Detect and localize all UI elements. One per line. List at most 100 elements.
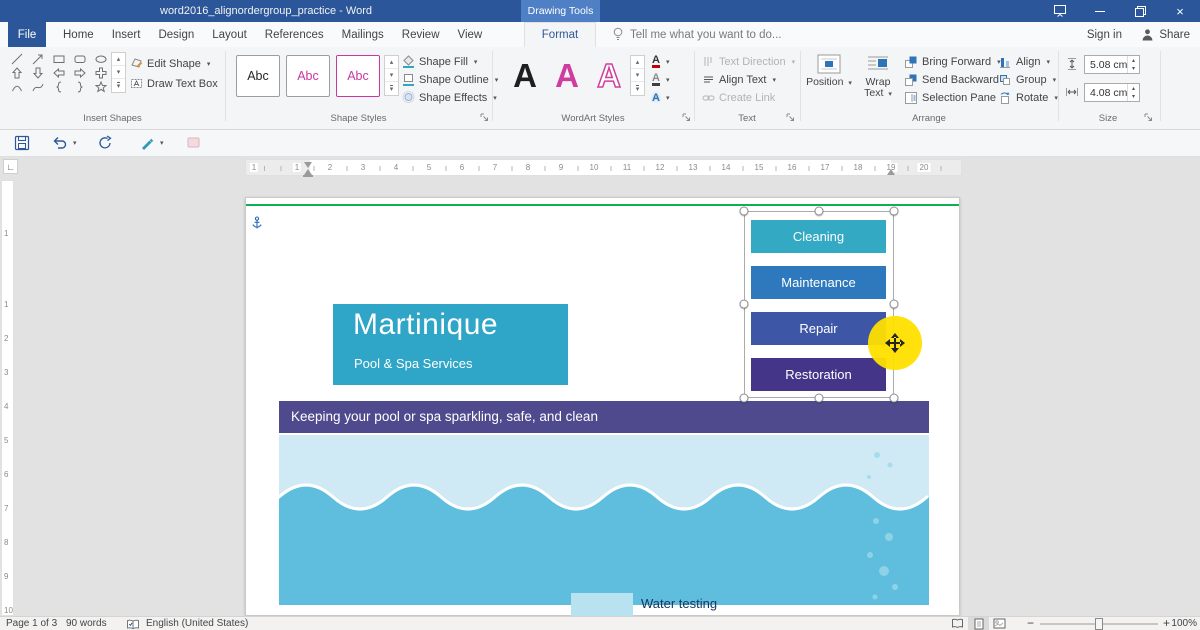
position-button[interactable]: Position ▾ (806, 50, 852, 111)
zoom-slider-thumb[interactable] (1095, 618, 1103, 630)
shape-button-cleaning[interactable]: Cleaning (751, 220, 886, 253)
shape-down-arrow-icon[interactable] (27, 66, 48, 80)
tab-review[interactable]: Review (393, 22, 449, 47)
edit-shape-button[interactable]: Edit Shape ▾ (130, 55, 210, 72)
text-fill-button[interactable]: A ▾ (652, 53, 669, 70)
shapes-scroll-down-button[interactable]: ▾ (112, 66, 125, 79)
height-decrease-button[interactable]: ▾ (1128, 65, 1139, 74)
ribbon-display-options-button[interactable] (1040, 0, 1080, 22)
tab-references[interactable]: References (256, 22, 333, 47)
page-indicator[interactable]: Page 1 of 3 (6, 617, 57, 630)
tab-stop-selector[interactable]: ∟ (3, 159, 18, 174)
save-button[interactable] (14, 135, 30, 151)
align-text-button[interactable]: Align Text ▾ (702, 71, 776, 88)
horizontal-ruler[interactable]: 1 1 2 3 4 5 6 7 8 9 10 11 12 13 14 15 16 17 18 19 20 (245, 159, 962, 177)
shape-button-repair[interactable]: Repair (751, 312, 886, 345)
zoom-out-button[interactable]: − (1027, 617, 1034, 630)
format-tool-button[interactable] (186, 135, 201, 150)
tab-format-active[interactable]: Format (524, 22, 596, 47)
tab-file[interactable]: File (8, 22, 46, 47)
align-button[interactable]: Align ▾ (998, 53, 1050, 70)
text-direction-button[interactable]: Text Direction ▾ (702, 53, 795, 70)
shape-up-arrow-icon[interactable] (6, 66, 27, 80)
zoom-slider[interactable] (1040, 618, 1158, 630)
shape-right-arrow-icon[interactable] (69, 66, 90, 80)
shape-rectangle-icon[interactable] (48, 52, 69, 66)
shape-star-icon[interactable] (90, 80, 111, 94)
create-link-button[interactable]: Create Link (702, 89, 775, 106)
selection-handle[interactable] (739, 299, 749, 309)
redo-button[interactable] (98, 135, 113, 150)
left-indent-marker[interactable] (303, 175, 313, 177)
shape-rounded-rectangle-icon[interactable] (69, 52, 90, 66)
vertical-ruler[interactable]: 1 1 2 3 4 5 6 7 8 9 10 (1, 180, 14, 616)
shape-styles-scroll-up-button[interactable]: ▴ (385, 56, 398, 69)
tagline-banner[interactable]: Keeping your pool or spa sparkling, safe… (279, 401, 929, 433)
word-count[interactable]: 90 words (66, 617, 107, 630)
width-decrease-button[interactable]: ▾ (1128, 93, 1139, 102)
shape-line-icon[interactable] (6, 52, 27, 66)
shape-oval-icon[interactable] (90, 52, 111, 66)
group-button[interactable]: Group ▾ (998, 71, 1056, 88)
wordart-preset-2[interactable]: A (548, 53, 586, 99)
wordart-scroll-up-button[interactable]: ▴ (631, 56, 644, 69)
tab-insert[interactable]: Insert (103, 22, 150, 47)
shapes-more-button[interactable]: ▾ (112, 79, 125, 92)
text-effects-button[interactable]: A ▾ (652, 89, 669, 106)
shape-styles-more-button[interactable]: ▾ (385, 82, 398, 95)
bring-forward-button[interactable]: Bring Forward ▾ (904, 53, 1001, 70)
shape-styles-scroll-down-button[interactable]: ▾ (385, 69, 398, 82)
selection-handle[interactable] (889, 393, 899, 403)
selection-handle[interactable] (814, 393, 824, 403)
web-layout-button[interactable] (989, 617, 1010, 630)
shape-plus-icon[interactable] (90, 66, 111, 80)
wordart-preset-1[interactable]: A (506, 53, 544, 99)
shape-style-preset-3[interactable]: Abc (336, 55, 380, 97)
restore-button[interactable] (1120, 0, 1160, 22)
wordart-scroll-down-button[interactable]: ▾ (631, 69, 644, 82)
wordart-preset-3[interactable]: A (590, 53, 628, 99)
text-outline-button[interactable]: A ▾ (652, 71, 669, 88)
shape-button-maintenance[interactable]: Maintenance (751, 266, 886, 299)
proofing-icon[interactable] (126, 619, 140, 630)
shape-left-arrow-icon[interactable] (48, 66, 69, 80)
minimize-button[interactable] (1080, 0, 1120, 22)
shape-effects-button[interactable]: Shape Effects ▾ (402, 89, 497, 106)
undo-button[interactable]: ▾ (52, 135, 77, 150)
right-indent-marker[interactable] (887, 169, 895, 175)
width-increase-button[interactable]: ▴ (1128, 84, 1139, 93)
zoom-in-button[interactable]: + (1163, 617, 1170, 630)
selection-pane-button[interactable]: Selection Pane (904, 89, 996, 106)
document-page[interactable]: Martinique Pool & Spa Services Cleaning … (245, 197, 960, 617)
ink-dropdown-arrow[interactable]: ▾ (160, 139, 164, 147)
tab-mailings[interactable]: Mailings (333, 22, 393, 47)
shape-width-field[interactable]: 4.08 cm ▴ ▾ (1084, 83, 1140, 102)
shape-height-field[interactable]: 5.08 cm ▴ ▾ (1084, 55, 1140, 74)
print-layout-button[interactable] (968, 617, 989, 630)
shape-arrow-icon[interactable] (27, 52, 48, 66)
draw-text-box-button[interactable]: Draw Text Box (130, 75, 218, 92)
tab-home[interactable]: Home (54, 22, 103, 47)
selection-handle[interactable] (889, 206, 899, 216)
tab-layout[interactable]: Layout (203, 22, 256, 47)
shape-fill-button[interactable]: Shape Fill ▾ (402, 53, 477, 70)
shape-left-brace-icon[interactable] (48, 80, 69, 94)
selection-handle[interactable] (739, 393, 749, 403)
language-indicator[interactable]: English (United States) (146, 617, 248, 630)
shape-arc-icon[interactable] (6, 80, 27, 94)
zoom-level[interactable]: 100% (1171, 617, 1197, 630)
shape-style-preset-2[interactable]: Abc (286, 55, 330, 97)
wordart-more-button[interactable]: ▾ (631, 82, 644, 95)
share-button[interactable]: Share (1141, 22, 1190, 47)
send-backward-button[interactable]: Send Backward▾ (904, 71, 1009, 88)
selection-handle[interactable] (814, 206, 824, 216)
shape-outline-button[interactable]: Shape Outline ▾ (402, 71, 498, 88)
shapes-scroll-up-button[interactable]: ▴ (112, 53, 125, 66)
close-button[interactable]: × (1160, 0, 1200, 22)
read-mode-button[interactable] (947, 617, 968, 630)
sign-in-link[interactable]: Sign in (1087, 22, 1122, 47)
tab-view[interactable]: View (449, 22, 492, 47)
selection-handle[interactable] (739, 206, 749, 216)
water-graphic[interactable] (279, 435, 929, 605)
wrap-text-button[interactable]: Wrap Text ▾ (856, 50, 900, 111)
